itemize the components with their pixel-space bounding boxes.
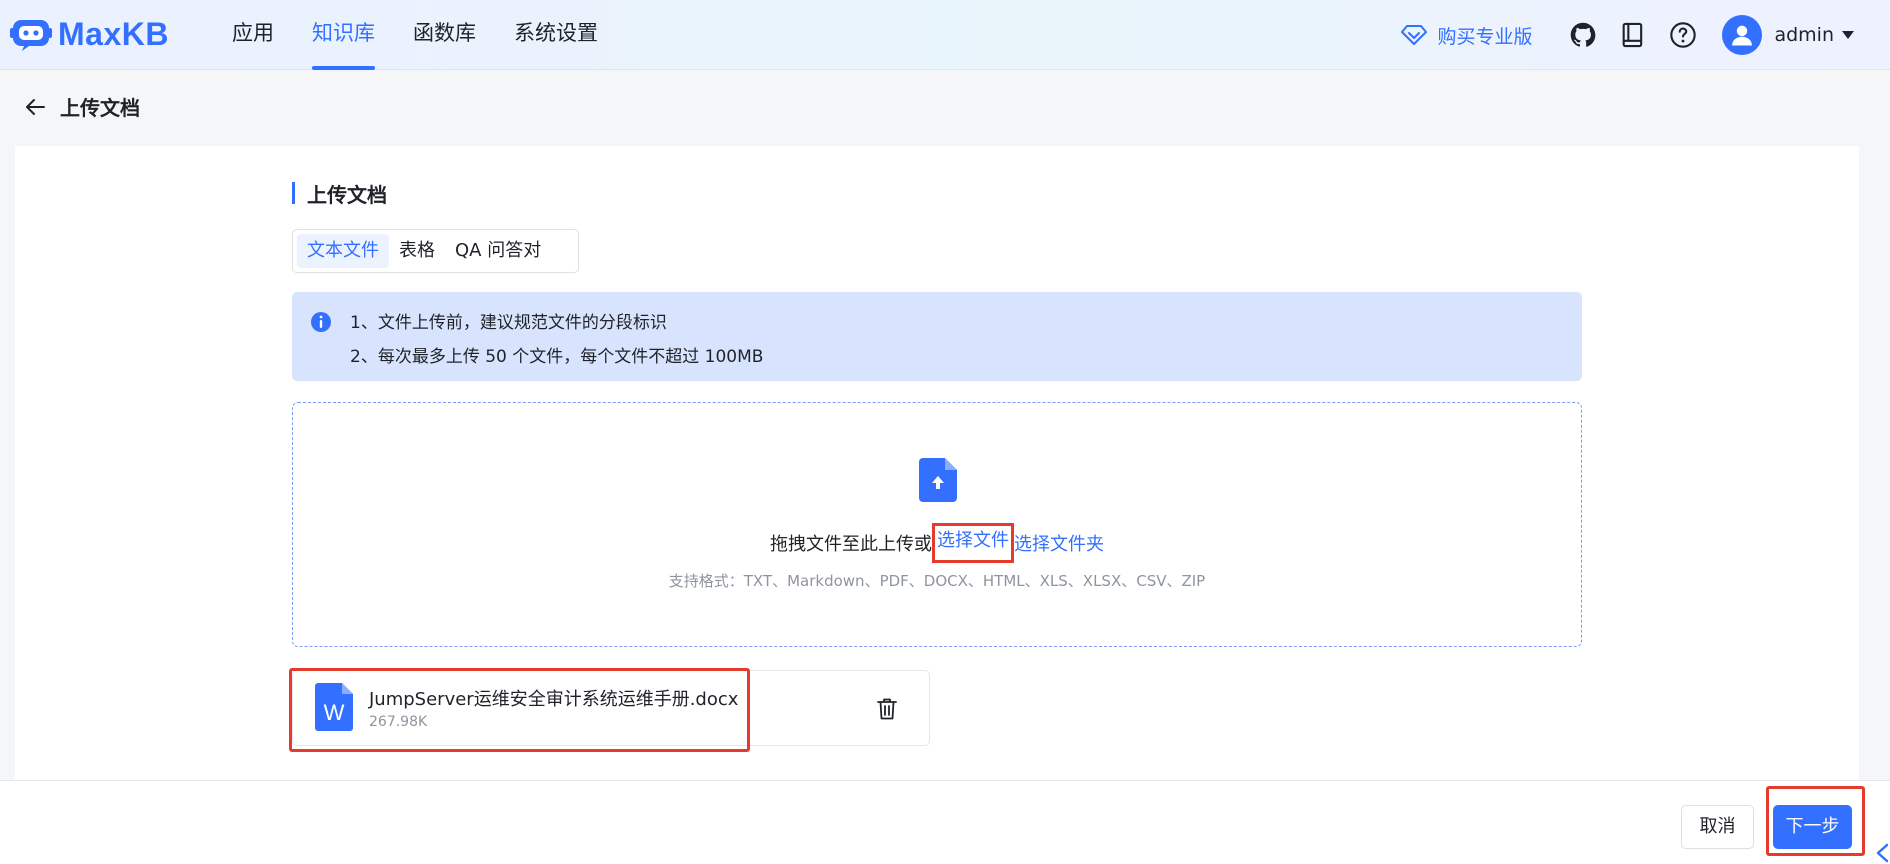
nav-item-functions[interactable]: 函数库	[413, 0, 476, 70]
next-step-button[interactable]: 下一步	[1773, 805, 1852, 849]
select-file-link[interactable]: 选择文件	[937, 530, 1009, 551]
tab-table[interactable]: 表格	[389, 234, 445, 268]
trash-icon[interactable]	[876, 697, 898, 721]
question-circle-icon	[1670, 22, 1697, 48]
upload-card: 上传文档 文本文件 表格 QA 问答对 1、文件上传前，建议规范文件的分段标识 …	[15, 146, 1859, 780]
tab-text-file[interactable]: 文本文件	[297, 234, 389, 268]
robot-logo-icon	[10, 20, 52, 51]
main-nav: 应用 知识库 函数库 系统设置	[232, 0, 636, 70]
book-icon	[1623, 22, 1643, 48]
caret-down-icon[interactable]	[1842, 31, 1854, 39]
user-name[interactable]: admin	[1774, 24, 1834, 46]
app-name: MaxKB	[58, 15, 169, 52]
buy-pro-link[interactable]: 购买专业版	[1401, 22, 1532, 49]
page-header: 上传文档	[24, 92, 140, 121]
file-type-tabs: 文本文件 表格 QA 问答对	[292, 229, 579, 273]
supported-formats: 支持格式：TXT、Markdown、PDF、DOCX、HTML、XLS、XLSX…	[668, 572, 1206, 590]
nav-item-knowledge[interactable]: 知识库	[312, 0, 375, 70]
notice-line-2: 2、每次最多上传 50 个文件，每个文件不超过 100MB	[350, 347, 764, 367]
docs-button[interactable]	[1618, 20, 1648, 50]
tab-qa-pairs[interactable]: QA 问答对	[445, 234, 551, 268]
select-file-highlight: 选择文件	[932, 523, 1014, 563]
drag-hint: 拖拽文件至此上传或	[770, 534, 932, 555]
upload-notice: 1、文件上传前，建议规范文件的分段标识 2、每次最多上传 50 个文件，每个文件…	[292, 292, 1582, 381]
dropzone-prompt: 拖拽文件至此上传或 选择文件 选择文件夹	[293, 523, 1581, 563]
github-button[interactable]	[1568, 20, 1598, 50]
cancel-button[interactable]: 取消	[1681, 805, 1754, 849]
select-folder-link[interactable]: 选择文件夹	[1014, 534, 1104, 555]
top-header: MaxKB 应用 知识库 函数库 系统设置 购买专业版 admin	[0, 0, 1890, 70]
header-actions: 购买专业版 admin	[1401, 0, 1854, 70]
chevron-left-icon[interactable]	[1874, 842, 1890, 864]
nav-item-settings[interactable]: 系统设置	[514, 0, 598, 70]
footer-bar: 取消 下一步	[0, 780, 1890, 864]
buy-pro-label: 购买专业版	[1437, 25, 1533, 48]
word-letter: W	[324, 700, 345, 725]
info-icon	[311, 312, 331, 332]
avatar[interactable]	[1722, 15, 1763, 55]
app-logo[interactable]: MaxKB	[10, 14, 169, 54]
arrow-left-icon[interactable]	[24, 96, 46, 118]
word-file-icon: W	[315, 683, 353, 731]
github-icon	[1571, 22, 1596, 47]
notice-line-1: 1、文件上传前，建议规范文件的分段标识	[350, 313, 667, 333]
file-size: 267.98K	[369, 714, 428, 730]
diamond-icon	[1401, 25, 1428, 45]
nav-item-apps[interactable]: 应用	[232, 0, 274, 70]
upload-dropzone[interactable]: 拖拽文件至此上传或 选择文件 选择文件夹 支持格式：TXT、Markdown、PDF…	[292, 402, 1582, 647]
section-title: 上传文档	[292, 181, 387, 207]
uploaded-file-item: W JumpServer运维安全审计系统运维手册.docx 267.98K	[292, 670, 930, 746]
page-title: 上传文档	[60, 96, 140, 120]
help-button[interactable]	[1668, 20, 1698, 50]
file-name: JumpServer运维安全审计系统运维手册.docx	[369, 689, 739, 710]
file-upload-icon	[919, 458, 957, 502]
user-icon	[1732, 25, 1753, 46]
